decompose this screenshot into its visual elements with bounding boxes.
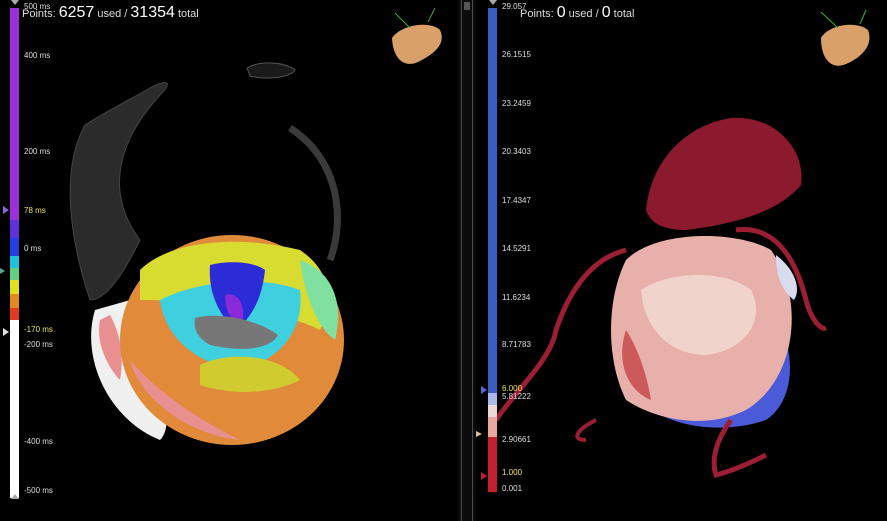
points-used-value: 0 — [556, 4, 566, 21]
scale-tick-label: 11.6234 — [502, 293, 531, 302]
scale-bottom-marker-icon[interactable] — [11, 494, 19, 499]
scale-tick-label: 1.000 — [502, 468, 523, 477]
points-counter: Points: 6257 used / 31354 total — [22, 4, 199, 21]
scale-top-marker-icon[interactable] — [489, 0, 497, 5]
splitter-grip-icon[interactable] — [464, 2, 470, 10]
scale-tick-label: 5.81222 — [502, 392, 531, 401]
scale-tick-label: 78 ms — [24, 206, 46, 215]
scale-tick-label: -200 ms — [24, 340, 53, 349]
scale-tick-label: 20.3403 — [502, 147, 531, 156]
lower-threshold-handle-icon[interactable] — [481, 472, 487, 480]
lower-threshold-handle-icon[interactable] — [3, 328, 9, 336]
points-total-value: 31354 — [130, 4, 175, 21]
scale-tick-label: 17.4347 — [502, 196, 531, 205]
upper-threshold-handle-icon[interactable] — [481, 386, 487, 394]
pane-splitter[interactable] — [458, 0, 476, 521]
scale-tick-label: 2.90661 — [502, 435, 531, 444]
activation-map-3d-view[interactable] — [0, 0, 458, 521]
points-used-value: 6257 — [58, 4, 95, 21]
scale-tick-label: 0 ms — [24, 244, 42, 253]
scale-tick-label: 14.5291 — [502, 244, 531, 253]
scale-tick-label: 8.71783 — [502, 340, 531, 349]
scale-tick-label: 0.001 — [502, 484, 523, 493]
scale-tick-label: -170 ms — [24, 325, 53, 334]
scale-tick-label: 200 ms — [24, 147, 51, 156]
scale-tick-label: 400 ms — [24, 51, 51, 60]
scale-tick-label: 26.1515 — [502, 50, 531, 59]
activation-map-viewport[interactable]: 500 ms 400 ms 200 ms 78 ms 0 ms -170 ms … — [0, 0, 458, 521]
scale-top-marker-icon[interactable] — [11, 0, 19, 5]
side-pointer-icon — [476, 431, 482, 437]
points-total-value: 0 — [601, 4, 611, 21]
scale-tick-label: -400 ms — [24, 437, 53, 446]
points-counter: Points: 0 used / 0 total — [520, 4, 635, 21]
upper-threshold-handle-icon[interactable] — [3, 206, 9, 214]
voltage-color-scale[interactable] — [488, 8, 497, 492]
activation-color-scale[interactable] — [10, 8, 19, 498]
side-pointer-icon — [0, 268, 5, 274]
orientation-heart-icon[interactable] — [392, 7, 442, 64]
scale-tick-label: 23.2459 — [502, 99, 531, 108]
scale-tick-label: -500 ms — [24, 486, 53, 495]
orientation-heart-icon[interactable] — [820, 9, 870, 66]
voltage-map-3d-view[interactable] — [476, 0, 887, 521]
voltage-map-viewport[interactable]: 29.057 26.1515 23.2459 20.3403 17.4347 1… — [476, 0, 887, 521]
